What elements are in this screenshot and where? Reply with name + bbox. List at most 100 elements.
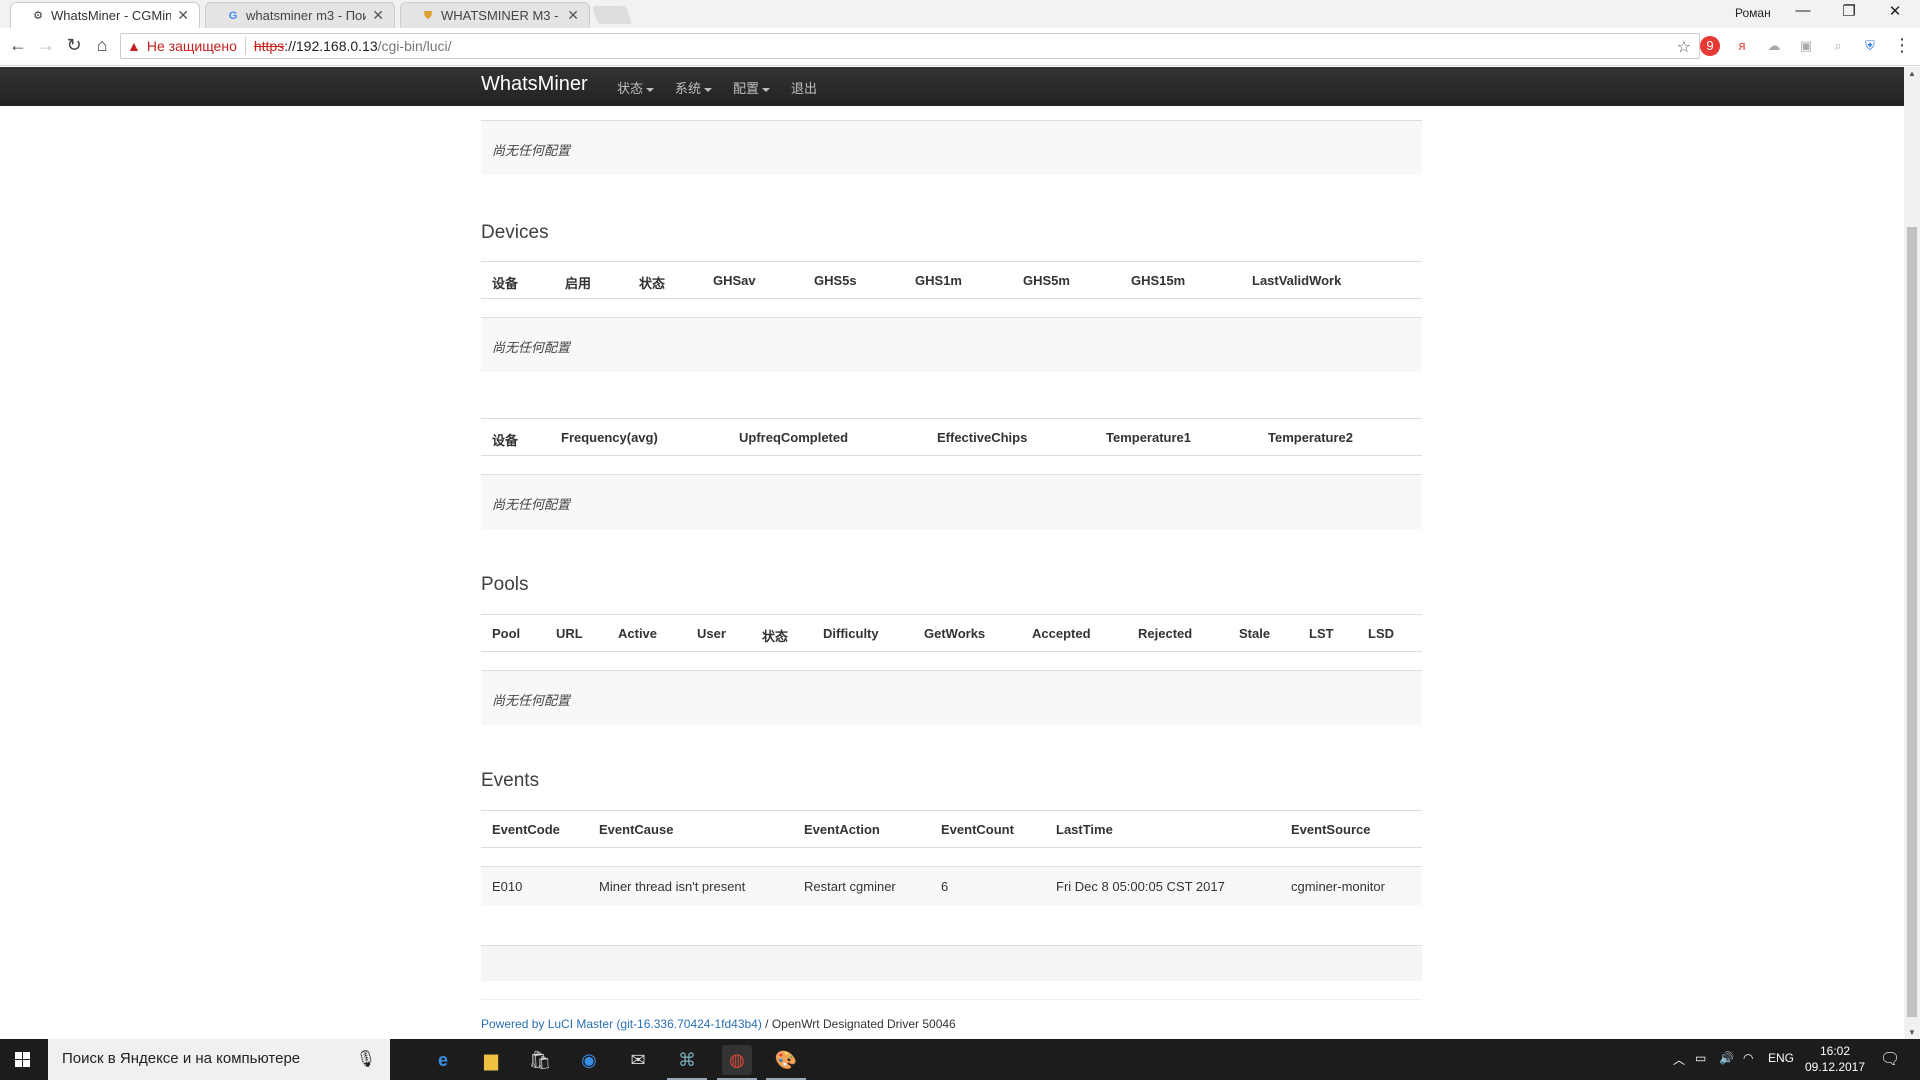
yandex-y-icon[interactable]: я (1732, 36, 1752, 56)
empty-text: 尚无任何配置 (492, 340, 571, 355)
column-header: 设备 (492, 433, 519, 448)
start-button[interactable] (0, 1039, 48, 1080)
reload-icon[interactable]: ↻ (62, 35, 86, 56)
menu-label: 配置 (733, 81, 760, 96)
luci-link[interactable]: Powered by LuCI Master (git-16.336.70424… (481, 1017, 762, 1031)
column-header: Rejected (1138, 626, 1193, 641)
battery-icon[interactable]: ▭ (1695, 1051, 1706, 1065)
close-icon[interactable]: ✕ (567, 7, 579, 24)
tray-chevron-icon[interactable]: ︿ (1673, 1051, 1685, 1068)
clock[interactable]: 16:02 09.12.2017 (1800, 1043, 1870, 1075)
new-tab-button[interactable] (591, 6, 633, 24)
minimize-icon[interactable]: — (1788, 2, 1818, 19)
mail-icon[interactable]: ✉ (623, 1045, 653, 1075)
warning-icon[interactable]: ▲ (127, 38, 141, 54)
column-header: 状态 (762, 629, 789, 644)
column-header: EventCause (599, 822, 674, 837)
empty-row: 尚无任何配置 (481, 475, 1422, 529)
paint-icon[interactable]: 🎨 (771, 1045, 801, 1075)
menu-status[interactable]: 状态 (617, 78, 655, 97)
chrome-icon[interactable]: ◍ (722, 1045, 752, 1075)
column-header: GHS5m (1023, 273, 1070, 288)
event-action: Restart cgminer (804, 879, 896, 894)
column-header: EffectiveChips (937, 430, 1028, 445)
column-header: LastTime (1056, 822, 1113, 837)
browser-menu-icon[interactable]: ⋮ (1890, 35, 1914, 56)
page-scrollbar[interactable]: ▲ ▼ (1904, 67, 1920, 1039)
caret-down-icon (646, 87, 655, 92)
insecure-label[interactable]: Не защищено (147, 38, 237, 54)
column-header: Frequency(avg) (561, 430, 658, 445)
bookmark-star-icon[interactable]: ☆ (1677, 37, 1691, 57)
volume-icon[interactable]: 🔊 (1719, 1051, 1734, 1065)
restore-icon[interactable]: ❐ (1834, 2, 1864, 20)
scroll-down-icon[interactable]: ▼ (1908, 1028, 1916, 1037)
event-lasttime: Fri Dec 8 05:00:05 CST 2017 (1056, 879, 1225, 894)
column-header: 设备 (492, 276, 519, 291)
events-table-header: EventCode EventCause EventAction EventCo… (481, 810, 1422, 848)
close-icon[interactable]: ✕ (177, 7, 189, 24)
yandex-ext-icon[interactable]: 9 (1700, 36, 1720, 56)
windows-icon (15, 1052, 31, 1068)
forward-icon[interactable]: → (34, 35, 58, 56)
url-divider (244, 37, 246, 55)
empty-text: 尚无任何配置 (492, 497, 571, 512)
scroll-up-icon[interactable]: ▲ (1908, 69, 1916, 78)
tab-title: WhatsMiner - CGMiner S (51, 8, 172, 23)
address-toolbar: ← → ↻ ⌂ ▲ Не защищено https ://192.168.0… (0, 28, 1920, 66)
column-header: 启用 (565, 276, 592, 291)
store-icon[interactable]: 🛍 (525, 1045, 555, 1075)
gear-icon: ⚙ (33, 9, 43, 22)
notifications-icon[interactable]: 🗨 (1880, 1049, 1900, 1069)
column-header: GHS15m (1131, 273, 1186, 288)
column-header: GHS5s (814, 273, 857, 288)
tab-whatsminer[interactable]: ⚙ WhatsMiner - CGMiner S ✕ (10, 2, 200, 28)
profile-name[interactable]: Роман (1735, 6, 1771, 20)
column-header: URL (556, 626, 583, 641)
menu-config[interactable]: 配置 (733, 78, 771, 97)
column-header: Pool (492, 626, 521, 641)
column-header: GHSav (713, 273, 756, 288)
tab-title: WHATSMINER M3 - Стр (441, 8, 561, 23)
column-header: GetWorks (924, 626, 986, 641)
section-title-events: Events (481, 770, 540, 791)
home-icon[interactable]: ⌂ (90, 35, 114, 56)
devices-detail-table-header: 设备 Frequency(avg) UpfreqCompleted Effect… (481, 418, 1422, 456)
menu-system[interactable]: 系统 (675, 78, 713, 97)
search-placeholder: Поиск в Яндексе и на компьютере (62, 1050, 301, 1067)
edge-icon[interactable]: e (428, 1045, 458, 1075)
url-bar[interactable]: ▲ Не защищено https ://192.168.0.13 /cgi… (120, 33, 1700, 59)
column-header: 状态 (639, 276, 666, 291)
brand-logo[interactable]: WhatsMiner (481, 73, 588, 96)
tab-whatsminer-m3[interactable]: ⛊ WHATSMINER M3 - Стр ✕ (400, 2, 590, 28)
column-header: UpfreqCompleted (739, 430, 849, 445)
microphone-icon[interactable]: 🎙 (356, 1049, 376, 1069)
app-icon[interactable]: ◉ (574, 1045, 604, 1075)
back-icon[interactable]: ← (6, 35, 30, 56)
event-count: 6 (941, 879, 949, 894)
column-header: Active (618, 626, 658, 641)
language-indicator[interactable]: ENG (1768, 1051, 1794, 1065)
column-header: Temperature1 (1106, 430, 1192, 445)
close-icon[interactable]: ✕ (372, 7, 384, 24)
cloud-ext-icon[interactable]: ☁ (1764, 36, 1784, 56)
wifi-icon[interactable]: ◠ (1743, 1051, 1753, 1065)
luci-header: WhatsMiner 状态 系统 配置 退出 (0, 67, 1904, 106)
ext-icon[interactable]: ▣ (1796, 36, 1816, 56)
zoom-ext-icon[interactable]: ⌕ (1828, 36, 1848, 56)
menu-logout[interactable]: 退出 (791, 78, 817, 97)
menu-label: 状态 (617, 81, 644, 96)
column-header: Temperature2 (1268, 430, 1354, 445)
column-header: EventCount (941, 822, 1014, 837)
tab-search[interactable]: G whatsminer m3 - Поиск ✕ (205, 2, 395, 28)
section-title-pools: Pools (481, 574, 529, 595)
window-close-icon[interactable]: ✕ (1880, 2, 1910, 20)
shield-ext-icon[interactable]: ⛨ (1860, 36, 1880, 56)
empty-row: 尚无任何配置 (481, 121, 1422, 175)
network-tool-icon[interactable]: ⌘ (672, 1045, 702, 1075)
empty-row: 尚无任何配置 (481, 318, 1422, 372)
scrollbar-thumb[interactable] (1907, 227, 1917, 1017)
pools-table-header: Pool URL Active User 状态 Difficulty GetWo… (481, 614, 1422, 652)
file-explorer-icon[interactable]: ▆ (476, 1045, 506, 1075)
taskbar-search[interactable]: Поиск в Яндексе и на компьютере 🎙 (48, 1039, 390, 1080)
